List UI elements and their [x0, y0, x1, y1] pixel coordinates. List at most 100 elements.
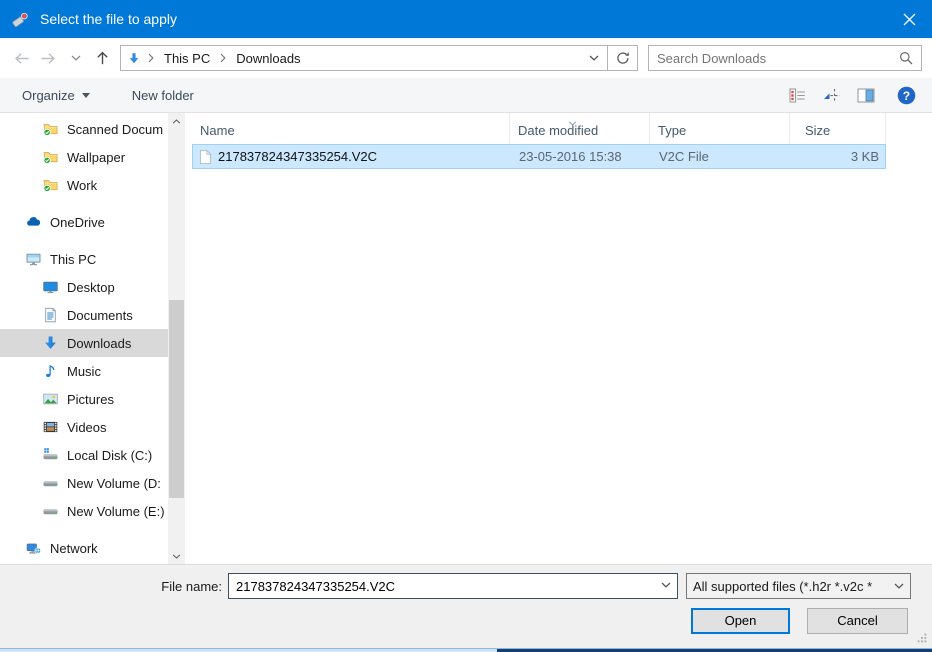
- sidebar-item-label: Downloads: [67, 336, 131, 351]
- up-arrow-icon: [95, 50, 110, 66]
- file-name-input[interactable]: [228, 573, 678, 599]
- file-type-value: All supported files (*.h2r *.v2c *: [693, 579, 892, 594]
- date-modified-cell: 23-05-2016 15:38: [511, 149, 651, 164]
- close-button[interactable]: [886, 0, 932, 38]
- sidebar-item-label: Scanned Docum: [67, 122, 163, 137]
- file-name-combo: [228, 573, 678, 599]
- sidebar-item-onedrive[interactable]: OneDrive: [0, 208, 168, 236]
- documents-icon: [42, 307, 59, 323]
- search-box: [648, 45, 922, 71]
- refresh-icon: [616, 51, 630, 65]
- up-button[interactable]: [89, 44, 116, 72]
- scroll-down-icon[interactable]: [168, 548, 185, 564]
- file-type-dropdown-icon: [894, 583, 904, 589]
- sidebar-item-label: OneDrive: [50, 215, 105, 230]
- table-row[interactable]: 217837824347335254.V2C23-05-2016 15:38V2…: [192, 144, 886, 169]
- organize-button[interactable]: Organize: [16, 82, 96, 108]
- sidebar-item-local-disk-c[interactable]: Local Disk (C:): [0, 441, 168, 469]
- sidebar-item-documents[interactable]: Documents: [0, 301, 168, 329]
- new-folder-button[interactable]: New folder: [126, 82, 200, 108]
- svg-text:?: ?: [903, 88, 910, 102]
- cancel-button[interactable]: Cancel: [807, 608, 908, 634]
- sidebar-item-this-pc[interactable]: This PC: [0, 245, 168, 273]
- downloads-location-icon: [127, 52, 141, 65]
- details-view-icon[interactable]: [789, 88, 806, 103]
- chevron-down-icon: [589, 55, 599, 61]
- sidebar-item-label: Desktop: [67, 280, 115, 295]
- back-button[interactable]: [8, 44, 35, 72]
- sidebar-item-new-volume-e[interactable]: New Volume (E:): [0, 497, 168, 525]
- search-input[interactable]: [657, 51, 899, 66]
- onedrive-icon: [25, 214, 42, 230]
- change-view-icon[interactable]: [822, 88, 841, 103]
- sidebar-scrollbar[interactable]: [168, 113, 185, 564]
- back-arrow-icon: [13, 51, 30, 66]
- file-name-dropdown-icon[interactable]: [661, 582, 671, 588]
- new-folder-label: New folder: [132, 88, 194, 103]
- breadcrumb-segment[interactable]: This PC: [161, 51, 213, 66]
- sidebar-item-new-volume-d[interactable]: New Volume (D:: [0, 469, 168, 497]
- window-bottom-edge: [0, 648, 932, 652]
- column-header-label: Date modified: [518, 123, 598, 138]
- file-type-select[interactable]: All supported files (*.h2r *.v2c *: [686, 573, 911, 599]
- scroll-up-icon[interactable]: [168, 113, 185, 129]
- forward-button[interactable]: [35, 44, 62, 72]
- sidebar-item-label: Videos: [67, 420, 107, 435]
- sidebar-item-scanned-docum[interactable]: Scanned Docum: [0, 115, 168, 143]
- recent-locations-button[interactable]: [62, 44, 89, 72]
- search-icon: [899, 51, 913, 65]
- column-header-date-modified[interactable]: Date modified: [510, 113, 650, 144]
- file-open-dialog: Select the file to apply This PCDownload…: [0, 0, 932, 652]
- music-icon: [42, 363, 59, 379]
- thispc-icon: [25, 251, 42, 267]
- sort-indicator-icon: [568, 114, 577, 129]
- sidebar-item-wallpaper[interactable]: Wallpaper: [0, 143, 168, 171]
- sidebar-item-desktop[interactable]: Desktop: [0, 273, 168, 301]
- file-name-cell: 217837824347335254.V2C: [193, 149, 511, 165]
- scrollbar-thumb[interactable]: [169, 300, 184, 498]
- column-header-size[interactable]: Size: [790, 113, 886, 144]
- refresh-button[interactable]: [608, 45, 638, 71]
- close-icon: [903, 13, 916, 26]
- sidebar-item-videos[interactable]: Videos: [0, 413, 168, 441]
- breadcrumb-segment[interactable]: Downloads: [233, 51, 303, 66]
- dropdown-triangle-icon: [82, 93, 90, 98]
- column-header-label: Size: [805, 123, 830, 138]
- folder-icon: [42, 121, 59, 137]
- sidebar-item-label: Wallpaper: [67, 150, 125, 165]
- sidebar-item-music[interactable]: Music: [0, 357, 168, 385]
- dialog-footer: File name: All supported files (*.h2r *.…: [0, 564, 932, 648]
- preview-pane-icon[interactable]: [857, 88, 875, 103]
- sidebar-item-label: Work: [67, 178, 97, 193]
- column-headers: Name Date modified Type Size: [185, 113, 932, 144]
- address-history-button[interactable]: [589, 55, 601, 61]
- column-header-type[interactable]: Type: [650, 113, 790, 144]
- sidebar-item-network[interactable]: Network: [0, 534, 168, 562]
- toolbar-right-group: ?: [789, 86, 932, 105]
- address-bar[interactable]: This PC Downloads: [120, 45, 608, 71]
- navigation-pane: Scanned Docum Wallpaper Work OneDrive This P…: [0, 113, 168, 564]
- sidebar-item-label: Local Disk (C:): [67, 448, 152, 463]
- help-icon[interactable]: ?: [897, 86, 916, 105]
- type-cell: V2C File: [651, 149, 791, 164]
- size-cell: 3 KB: [791, 149, 887, 164]
- resize-grip-icon[interactable]: [916, 632, 927, 643]
- file-name-row: File name: All supported files (*.h2r *.…: [0, 573, 932, 599]
- sidebar-item-work[interactable]: Work: [0, 171, 168, 199]
- address-row: This PC Downloads: [0, 38, 932, 78]
- sidebar-item-label: Network: [50, 541, 98, 556]
- folder-icon: [42, 177, 59, 193]
- sidebar-item-downloads[interactable]: Downloads: [0, 329, 168, 357]
- column-header-label: Type: [658, 123, 686, 138]
- sidebar-item-pictures[interactable]: Pictures: [0, 385, 168, 413]
- dongle-icon: [12, 11, 30, 28]
- command-toolbar: Organize New folder ?: [0, 78, 932, 113]
- file-list: Name Date modified Type Size 21783782434733…: [185, 113, 932, 564]
- column-header-name[interactable]: Name: [185, 113, 510, 144]
- organize-label: Organize: [22, 88, 75, 103]
- videos-icon: [42, 419, 59, 435]
- open-button[interactable]: Open: [691, 608, 790, 634]
- sidebar-item-label: New Volume (E:): [67, 504, 165, 519]
- sidebar-item-label: This PC: [50, 252, 96, 267]
- sidebar-item-label: Documents: [67, 308, 133, 323]
